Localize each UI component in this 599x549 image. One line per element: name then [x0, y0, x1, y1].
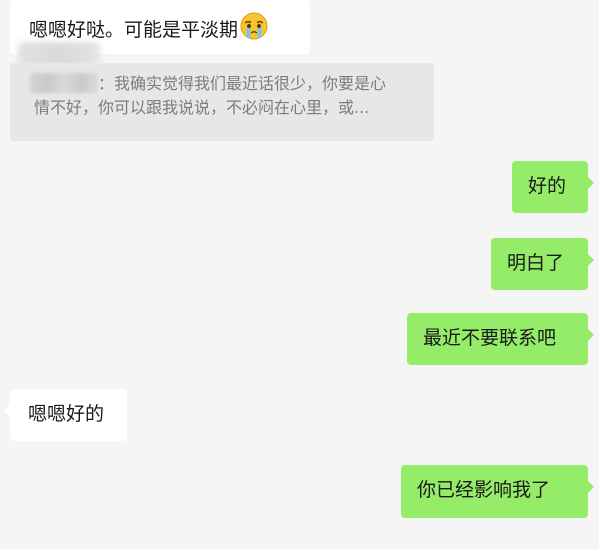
message-text: 好的	[528, 175, 567, 197]
message-text: 你已经影响我了	[417, 479, 551, 501]
outgoing-message-bubble[interactable]: 你已经影响我了	[401, 465, 594, 518]
message-text: 明白了	[507, 252, 565, 274]
message-text: 嗯嗯好哒。可能是平淡期	[29, 19, 239, 41]
outgoing-message-bubble[interactable]: 明白了	[491, 238, 594, 290]
quote-line-1: ：我确实觉得我们最近话很少，你要是心	[30, 72, 424, 96]
quoted-reply[interactable]: ：我确实觉得我们最近话很少，你要是心 情不好，你可以跟我说说，不必闷在心里，或.…	[10, 63, 434, 141]
message-text: 最近不要联系吧	[423, 327, 557, 349]
redacted-sender-name	[30, 73, 98, 93]
crying-face-emoji-icon	[239, 11, 269, 48]
outgoing-message-bubble[interactable]: 最近不要联系吧	[407, 313, 594, 365]
quote-line-2: 情不好，你可以跟我说说，不必闷在心里，或...	[34, 98, 370, 117]
message-text: 嗯嗯好的	[28, 403, 105, 425]
chat-message-area: 嗯嗯好哒。可能是平淡期 ：我确实觉得我们最近话很少，你要是心 情不好，你可以跟我…	[0, 0, 599, 549]
incoming-message-bubble[interactable]: 嗯嗯好的	[4, 389, 127, 441]
outgoing-message-bubble[interactable]: 好的	[512, 161, 594, 213]
quote-text: ：我确实觉得我们最近话很少，你要是心	[98, 74, 387, 93]
